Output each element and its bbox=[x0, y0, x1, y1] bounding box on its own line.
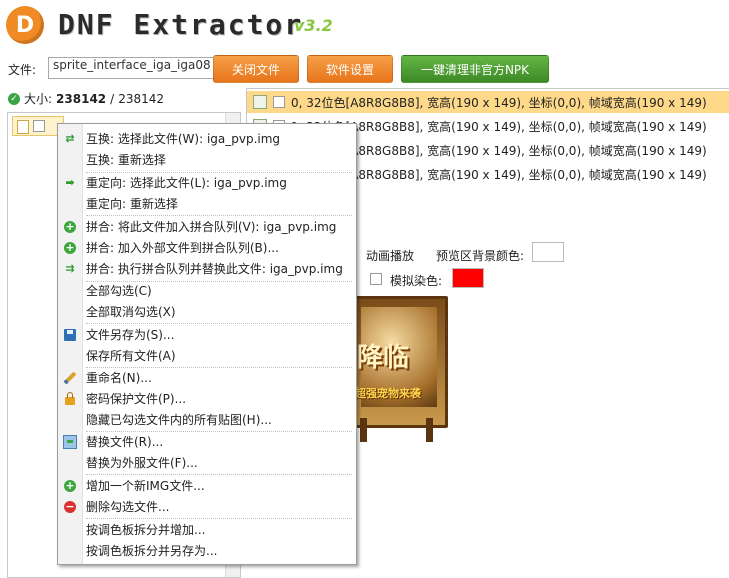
menu-save-as[interactable]: 文件另存为(S)... bbox=[58, 324, 356, 345]
menu-label: 删除勾选文件... bbox=[86, 500, 170, 514]
menu-label: 替换为外服文件(F)... bbox=[86, 456, 198, 470]
menu-redirect-reselect[interactable]: 重定向: 重新选择 bbox=[58, 193, 356, 214]
app-title: DNF Extractor bbox=[58, 8, 304, 41]
menu-label: 文件另存为(S)... bbox=[86, 328, 175, 342]
lock-icon bbox=[63, 391, 77, 406]
pencil-icon bbox=[63, 371, 77, 385]
menu-hide-textures[interactable]: 隐藏已勾选文件内的所有贴图(H)... bbox=[58, 409, 356, 430]
menu-split-palette-save[interactable]: 按调色板拆分并另存为... bbox=[58, 540, 356, 561]
menu-delete-checked[interactable]: − 删除勾选文件... bbox=[58, 496, 356, 517]
menu-swap-select[interactable]: ⇄ 互换: 选择此文件(W): iga_pvp.img bbox=[58, 128, 356, 149]
animate-toggle[interactable]: 动画播放 bbox=[366, 247, 414, 264]
img-file-icon bbox=[17, 120, 29, 134]
dye-checkbox[interactable] bbox=[370, 273, 382, 285]
frame-label: 0, 32位色[A8R8G8B8], 宽高(190 x 149), 坐标(0,0… bbox=[291, 95, 707, 110]
menu-label: 重命名(N)... bbox=[86, 371, 152, 385]
frame-image-icon bbox=[253, 95, 267, 109]
menu-password-protect[interactable]: 密码保护文件(P)... bbox=[58, 388, 356, 409]
check-circle-icon: ✓ bbox=[8, 92, 20, 105]
size-value: 238142 bbox=[56, 91, 107, 106]
menu-deselect-all[interactable]: 全部取消勾选(X) bbox=[58, 301, 356, 322]
arrow-right-icon: ➡ bbox=[65, 176, 75, 189]
menu-swap-reselect[interactable]: 互换: 重新选择 bbox=[58, 149, 356, 170]
menu-select-all[interactable]: 全部勾选(C) bbox=[58, 280, 356, 301]
close-file-button[interactable]: 关闭文件 bbox=[213, 55, 299, 83]
menu-label: 互换: 重新选择 bbox=[86, 153, 166, 167]
menu-redirect-select[interactable]: ➡ 重定向: 选择此文件(L): iga_pvp.img bbox=[58, 172, 356, 193]
menu-label: 密码保护文件(P)... bbox=[86, 392, 187, 406]
menu-label: 按调色板拆分并另存为... bbox=[86, 544, 218, 558]
size-label: 大小: bbox=[24, 92, 53, 106]
sign-board-image: 降临 超强宠物来袭 bbox=[350, 296, 448, 428]
tree-item-checkbox[interactable] bbox=[33, 120, 45, 132]
menu-rename[interactable]: 重命名(N)... bbox=[58, 367, 356, 388]
menu-label: 全部勾选(C) bbox=[86, 284, 152, 298]
add-circle-icon: + bbox=[64, 219, 76, 233]
clean-npk-button[interactable]: 一键清理非官方NPK bbox=[401, 55, 549, 83]
dye-label: 模拟染色: bbox=[390, 274, 443, 288]
merge-arrow-icon: ⇉ bbox=[65, 262, 75, 275]
menu-label: 拼合: 将此文件加入拼合队列(V): iga_pvp.img bbox=[86, 220, 337, 234]
file-path-field[interactable]: sprite_interface_iga_iga08 bbox=[48, 57, 214, 79]
bg-color-label: 预览区背景颜色: bbox=[436, 249, 525, 263]
app-version: v3.2 bbox=[294, 16, 333, 35]
context-menu: ⇄ 互换: 选择此文件(W): iga_pvp.img 互换: 重新选择 ➡ 重… bbox=[57, 123, 357, 565]
file-label: 文件: bbox=[8, 63, 37, 77]
sprite-preview: 降临 超强宠物来袭 bbox=[350, 296, 448, 442]
size-total: 238142 bbox=[118, 91, 165, 106]
menu-add-img[interactable]: + 增加一个新IMG文件... bbox=[58, 475, 356, 496]
replace-file-icon bbox=[63, 434, 77, 449]
dye-color-picker[interactable] bbox=[452, 268, 484, 288]
menu-label: 增加一个新IMG文件... bbox=[86, 479, 205, 493]
app-logo-icon: D bbox=[6, 6, 44, 44]
board-title-text: 降临 bbox=[357, 343, 410, 373]
frame-checkbox[interactable] bbox=[273, 96, 285, 108]
toolbar: 文件: sprite_interface_iga_iga08 关闭文件 软件设置… bbox=[0, 54, 729, 84]
menu-label: 互换: 选择此文件(W): iga_pvp.img bbox=[86, 132, 281, 146]
menu-label: 拼合: 执行拼合队列并替换此文件: iga_pvp.img bbox=[86, 262, 343, 276]
app-header: D DNF Extractor v3.2 bbox=[0, 0, 729, 48]
menu-label: 按调色板拆分并增加... bbox=[86, 523, 206, 537]
menu-label: 隐藏已勾选文件内的所有贴图(H)... bbox=[86, 413, 272, 427]
swap-icon: ⇄ bbox=[65, 132, 75, 145]
menu-label: 保存所有文件(A) bbox=[86, 349, 176, 363]
menu-label: 替换文件(R)... bbox=[86, 435, 164, 449]
remove-circle-icon: − bbox=[64, 499, 76, 513]
menu-merge-add-this[interactable]: + 拼合: 将此文件加入拼合队列(V): iga_pvp.img bbox=[58, 216, 356, 237]
board-subtitle-text: 超强宠物来袭 bbox=[355, 387, 421, 400]
sign-post-right bbox=[426, 418, 433, 442]
bg-color-picker[interactable] bbox=[532, 242, 564, 262]
add-circle-icon: + bbox=[64, 478, 76, 492]
sign-post-left bbox=[360, 418, 367, 442]
add-circle-icon: + bbox=[64, 240, 76, 254]
settings-button[interactable]: 软件设置 bbox=[307, 55, 393, 83]
menu-label: 全部取消勾选(X) bbox=[86, 305, 176, 319]
menu-merge-add-external[interactable]: + 拼合: 加入外部文件到拼合队列(B)... bbox=[58, 237, 356, 258]
size-separator: / bbox=[110, 91, 115, 106]
frame-row[interactable]: 0, 32位色[A8R8G8B8], 宽高(190 x 149), 坐标(0,0… bbox=[247, 91, 729, 113]
menu-label: 重定向: 重新选择 bbox=[86, 197, 178, 211]
logo-letter: D bbox=[15, 12, 35, 38]
menu-merge-execute[interactable]: ⇉ 拼合: 执行拼合队列并替换此文件: iga_pvp.img bbox=[58, 258, 356, 279]
menu-label: 拼合: 加入外部文件到拼合队列(B)... bbox=[86, 241, 279, 255]
size-status: ✓ 大小: 238142 / 238142 bbox=[8, 90, 164, 107]
menu-split-palette-add[interactable]: 按调色板拆分并增加... bbox=[58, 519, 356, 540]
floppy-disk-icon bbox=[63, 328, 77, 342]
menu-replace-file[interactable]: 替换文件(R)... bbox=[58, 431, 356, 452]
menu-save-all[interactable]: 保存所有文件(A) bbox=[58, 345, 356, 366]
menu-replace-foreign[interactable]: 替换为外服文件(F)... bbox=[58, 452, 356, 473]
menu-label: 重定向: 选择此文件(L): iga_pvp.img bbox=[86, 176, 287, 190]
